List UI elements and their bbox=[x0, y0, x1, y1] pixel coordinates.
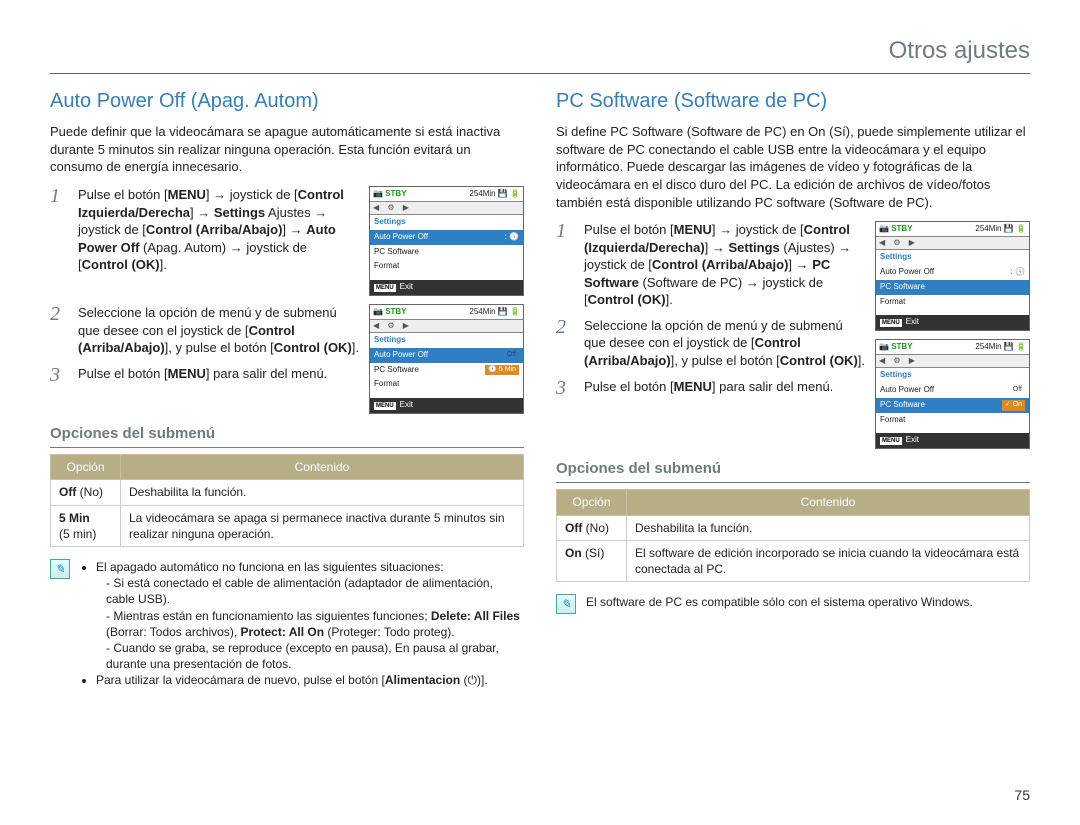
left-screenshot-1: 📷 STBY254Min 💾 🔋 ◀ ⚙ ▶ Settings Auto Pow… bbox=[369, 186, 524, 296]
content-columns: Auto Power Off (Apag. Autom) Puede defin… bbox=[50, 88, 1030, 688]
right-screenshot-1: 📷 STBY254Min 💾 🔋 ◀ ⚙ ▶ Settings Auto Pow… bbox=[875, 221, 1030, 331]
left-step-2: 2 Seleccione la opción de menú y de subm… bbox=[50, 304, 359, 357]
right-note: ✎ El software de PC es compatible sólo c… bbox=[556, 594, 1030, 614]
step-number: 1 bbox=[50, 186, 68, 274]
note-icon: ✎ bbox=[556, 594, 576, 614]
table-row: Off (No)Deshabilita la función. bbox=[557, 515, 1030, 540]
left-step-3: 3 Pulse el botón [MENU] para salir del m… bbox=[50, 365, 359, 385]
right-options-table: OpciónContenido Off (No)Deshabilita la f… bbox=[556, 489, 1030, 582]
left-note: ✎ El apagado automático no funciona en l… bbox=[50, 559, 524, 689]
left-submenu-heading: Opciones del submenú bbox=[50, 424, 524, 448]
right-step-1: 1 Pulse el botón [MENU] → joystick de [C… bbox=[556, 221, 865, 309]
left-step-1: 1 Pulse el botón [MENU] → joystick de [C… bbox=[50, 186, 359, 274]
step-number: 2 bbox=[50, 304, 68, 357]
table-row: 5 Min(5 min)La videocámara se apaga si p… bbox=[51, 505, 524, 546]
right-step-3: 3 Pulse el botón [MENU] para salir del m… bbox=[556, 378, 865, 398]
page-header: Otros ajustes bbox=[50, 35, 1030, 74]
step-number: 3 bbox=[50, 365, 68, 385]
right-intro: Si define PC Software (Software de PC) e… bbox=[556, 123, 1030, 211]
step-number: 2 bbox=[556, 317, 574, 370]
table-row: Off (No)Deshabilita la función. bbox=[51, 480, 524, 505]
left-intro: Puede definir que la videocámara se apag… bbox=[50, 123, 524, 176]
note-icon: ✎ bbox=[50, 559, 70, 579]
left-screenshot-2: 📷 STBY254Min 💾 🔋 ◀ ⚙ ▶ Settings Auto Pow… bbox=[369, 304, 524, 414]
left-options-table: OpciónContenido Off (No)Deshabilita la f… bbox=[50, 454, 524, 547]
right-heading: PC Software (Software de PC) bbox=[556, 88, 1030, 115]
left-heading: Auto Power Off (Apag. Autom) bbox=[50, 88, 524, 115]
step-number: 1 bbox=[556, 221, 574, 309]
right-step-2: 2 Seleccione la opción de menú y de subm… bbox=[556, 317, 865, 370]
right-column: PC Software (Software de PC) Si define P… bbox=[556, 88, 1030, 688]
left-column: Auto Power Off (Apag. Autom) Puede defin… bbox=[50, 88, 524, 688]
page-number: 75 bbox=[1014, 786, 1030, 805]
step-number: 3 bbox=[556, 378, 574, 398]
right-screenshot-2: 📷 STBY254Min 💾 🔋 ◀ ⚙ ▶ Settings Auto Pow… bbox=[875, 339, 1030, 449]
right-submenu-heading: Opciones del submenú bbox=[556, 459, 1030, 483]
table-row: On (Sí)El software de edición incorporad… bbox=[557, 540, 1030, 581]
